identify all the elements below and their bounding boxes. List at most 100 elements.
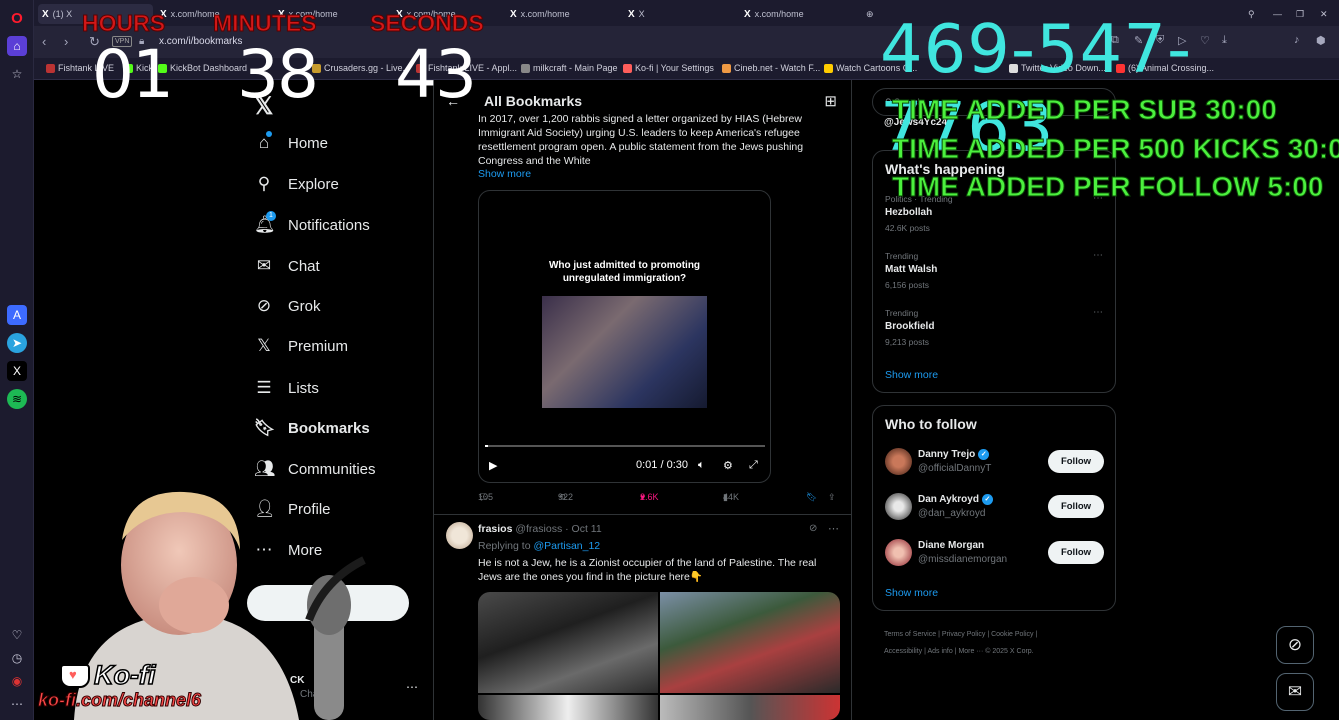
video-player[interactable]: Who just admitted to promoting unregulat… <box>478 190 771 483</box>
sidebar-item-bookmarks[interactable]: 🔖︎ Bookmarks <box>254 418 370 438</box>
footer-line[interactable]: Terms of Service | Privacy Policy | Cook… <box>884 626 1114 643</box>
tweet-text: In 2017, over 1,200 rabbis signed a lett… <box>478 113 804 167</box>
sidebar-item-label: Chat <box>288 257 320 275</box>
telegram-icon[interactable]: ➤ <box>7 333 27 353</box>
sidebar-item-home[interactable]: ⌂ Home <box>254 131 328 153</box>
sidebar-item-label: Notifications <box>288 216 370 234</box>
show-more-link[interactable]: Show more <box>885 369 938 381</box>
grok-icon[interactable]: ⊘ <box>809 523 817 534</box>
sidebar-item-communities[interactable]: 👥︎ Communities <box>254 459 376 479</box>
footer-line[interactable]: Accessibility | Ads info | More ··· © 20… <box>884 643 1114 660</box>
more-icon[interactable]: ⋯ <box>1093 307 1103 318</box>
fullscreen-icon[interactable]: ⤢ <box>749 459 758 472</box>
tab-6[interactable]: Xx.com/home <box>740 4 855 24</box>
home-icon[interactable]: ⌂ <box>7 36 27 56</box>
settings-icon[interactable]: ⚙ <box>723 459 733 472</box>
page-title: All Bookmarks <box>484 93 583 109</box>
follow-button[interactable]: Follow <box>1048 541 1104 564</box>
bookmark-item[interactable]: Ko-fi | Your Settings <box>623 63 714 73</box>
x-icon: X <box>744 8 751 20</box>
trend-name[interactable]: Matt Walsh <box>885 264 937 275</box>
avatar[interactable] <box>446 522 473 549</box>
play-icon[interactable]: ▶ <box>489 459 497 472</box>
reply-target-link[interactable]: @Partisan_12 <box>533 540 600 552</box>
follow-name[interactable]: Diane Morgan <box>918 540 984 551</box>
volume-icon[interactable]: 🔈︎ <box>698 459 705 472</box>
image-grid[interactable] <box>478 592 840 720</box>
more-icon[interactable]: ⋯ <box>7 694 27 714</box>
divider <box>434 514 851 515</box>
list-icon: ☰ <box>256 378 272 397</box>
avatar[interactable] <box>885 539 912 566</box>
follow-button[interactable]: Follow <box>1048 495 1104 518</box>
trend-name[interactable]: Hezbollah <box>885 207 932 218</box>
more-icon[interactable]: ⋯ <box>1093 250 1103 261</box>
forward-icon[interactable]: › <box>64 34 68 49</box>
photo[interactable] <box>478 592 658 693</box>
bookmark-folder-add-icon[interactable]: ⊞ <box>824 92 837 110</box>
clock-icon[interactable]: ◷ <box>7 648 27 668</box>
show-more-link[interactable]: Show more <box>885 587 938 599</box>
author-handle[interactable]: @frasioss <box>515 523 562 535</box>
sidebar-item-lists[interactable]: ☰ Lists <box>254 378 318 398</box>
video-progress-bar[interactable] <box>485 445 765 447</box>
follow-button[interactable]: Follow <box>1048 450 1104 473</box>
more-icon[interactable]: ⋯ <box>828 522 839 535</box>
time-rule: TIME ADDED PER FOLLOW 5:00 <box>891 171 1324 203</box>
bookmark-item[interactable]: Cineb.net - Watch F... <box>722 63 820 73</box>
tab-5[interactable]: XX <box>624 4 739 24</box>
app-icon[interactable]: A <box>7 305 27 325</box>
author-name[interactable]: frasios <box>478 523 512 535</box>
people-icon: 👥︎ <box>254 459 276 478</box>
sidebar-item-premium[interactable]: 𝕏 Premium <box>254 336 348 356</box>
tab-4[interactable]: Xx.com/home <box>506 4 621 24</box>
x-app-icon[interactable]: X <box>7 361 27 381</box>
bookmark-label: KickBot Dashboard <box>170 63 248 73</box>
trend-name[interactable]: Brookfield <box>885 321 934 332</box>
opera-logo-icon[interactable]: O <box>7 8 27 28</box>
tweet-date[interactable]: · Oct 11 <box>565 523 602 535</box>
star-icon[interactable]: ☆ <box>7 64 27 84</box>
video-thumbnail <box>542 296 707 408</box>
photo[interactable] <box>660 592 840 693</box>
follow-name-text: Diane Morgan <box>918 540 985 551</box>
sidebar-item-label: Explore <box>288 175 339 193</box>
bookmark-label: Ko-fi | Your Settings <box>635 63 714 73</box>
photo[interactable] <box>660 695 840 720</box>
bookmark-filled-icon[interactable]: 🔖︎ <box>806 492 817 503</box>
trend-posts: 9,213 posts <box>885 337 929 347</box>
like-count: 2.6K <box>640 492 659 502</box>
minutes-value: 38 <box>237 36 319 113</box>
trend-posts: 6,156 posts <box>885 280 929 290</box>
share-icon[interactable]: ⇪ <box>828 492 836 503</box>
account-menu-icon[interactable]: ⋯ <box>406 680 418 694</box>
avatar[interactable] <box>885 493 912 520</box>
new-tab-button[interactable]: ⊕ <box>862 4 878 24</box>
video-caption: Who just admitted to promoting unregulat… <box>479 259 770 285</box>
back-icon[interactable]: ‹ <box>42 34 46 49</box>
sidebar-item-grok[interactable]: ⊘ Grok <box>254 296 321 316</box>
unread-dot <box>266 131 272 137</box>
x-icon: X <box>510 8 517 20</box>
spotify-icon[interactable]: ≋ <box>7 389 27 409</box>
tab-label: X <box>638 9 645 19</box>
plus-icon: ⊕ <box>866 8 874 19</box>
sidebar-item-notifications[interactable]: 🔔︎ 1 Notifications <box>254 211 370 235</box>
sidebar-item-chat[interactable]: ✉ Chat <box>254 256 320 276</box>
follow-name[interactable]: Danny Trejo ✓ <box>918 449 990 460</box>
show-more-link[interactable]: Show more <box>478 168 531 180</box>
follow-name-text: Dan Aykroyd <box>918 494 979 505</box>
kofi-cup-icon <box>60 663 90 688</box>
main-column: ← All Bookmarks ⊞ In 2017, over 1,200 ra… <box>434 80 851 720</box>
bookmark-item[interactable]: milkcraft - Main Page <box>521 63 618 73</box>
footer-links[interactable]: Terms of Service | Privacy Policy | Cook… <box>884 626 1114 660</box>
ublock-icon[interactable]: ◉ <box>7 671 27 691</box>
grok-float-button[interactable]: ⊘ <box>1276 626 1314 664</box>
heart-icon[interactable]: ♡ <box>7 625 27 645</box>
follow-name[interactable]: Dan Aykroyd ✓ <box>918 494 993 505</box>
bookmark-label: Cineb.net - Watch F... <box>734 63 821 73</box>
photo[interactable] <box>478 695 658 720</box>
messages-float-button[interactable]: ✉ <box>1276 673 1314 711</box>
sidebar-item-explore[interactable]: ⚲ Explore <box>254 174 339 194</box>
avatar[interactable] <box>885 448 912 475</box>
